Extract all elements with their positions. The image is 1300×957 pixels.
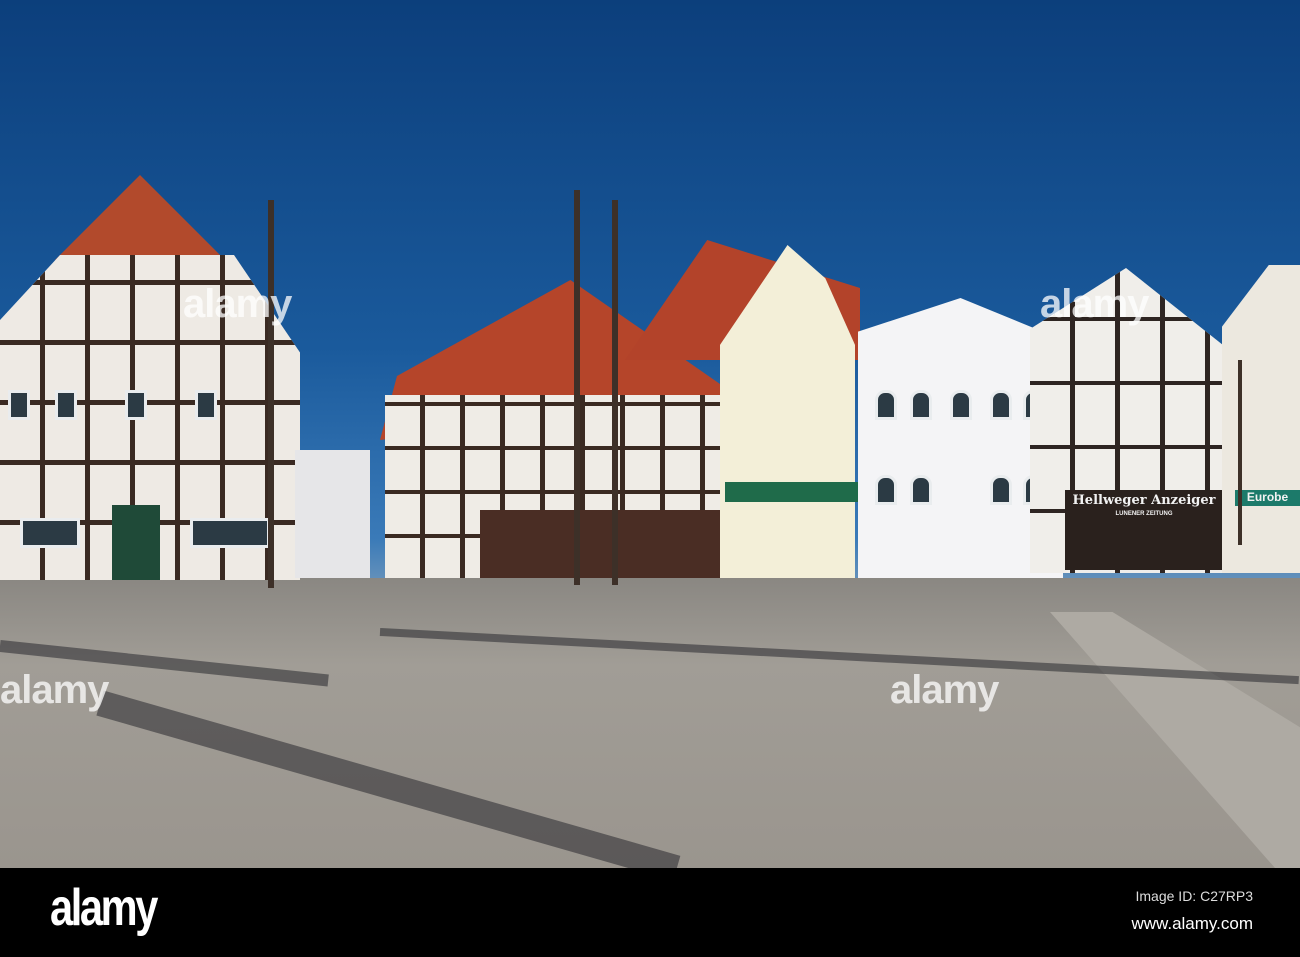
bare-tree	[268, 200, 274, 588]
bare-tree	[1238, 360, 1242, 545]
red-roof	[55, 175, 225, 260]
window	[910, 390, 932, 420]
window	[875, 390, 897, 420]
window	[20, 518, 80, 548]
shop-sign: Hellweger Anzeiger LUNENER ZEITUNG	[1065, 490, 1223, 570]
window	[190, 518, 270, 548]
town-square-photo: Hellweger Anzeiger LUNENER ZEITUNG Eurob…	[0, 0, 1300, 868]
window	[8, 390, 30, 420]
window	[125, 390, 147, 420]
image-id: Image ID: C27RP3	[1135, 888, 1254, 904]
window	[950, 390, 972, 420]
alamy-logo: alamy	[50, 879, 158, 937]
watermark-logo: alamy	[1040, 282, 1149, 326]
green-door	[112, 505, 160, 580]
watermark-logo: alamy	[890, 668, 999, 712]
website-link[interactable]: www.alamy.com	[1131, 914, 1253, 934]
watermark-logo: alamy	[0, 668, 109, 712]
window	[875, 475, 897, 505]
window	[55, 390, 77, 420]
white-building-back	[295, 450, 370, 578]
ornate-building-right	[1222, 265, 1300, 573]
window	[990, 475, 1012, 505]
watermark-logo: alamy	[183, 282, 292, 326]
shop-sign-sub: LUNENER ZEITUNG	[1115, 511, 1173, 517]
shop-sign-main: Hellweger Anzeiger	[1072, 493, 1216, 508]
green-awning	[725, 482, 865, 502]
bare-tree	[574, 190, 580, 585]
window	[990, 390, 1012, 420]
shop-sign-right: Eurobe	[1235, 490, 1300, 506]
footer-bar: alamy Image ID: C27RP3 www.alamy.com	[0, 868, 1300, 957]
cafe-storefront	[480, 510, 720, 578]
bare-tree	[612, 200, 618, 585]
window	[910, 475, 932, 505]
window	[195, 390, 217, 420]
